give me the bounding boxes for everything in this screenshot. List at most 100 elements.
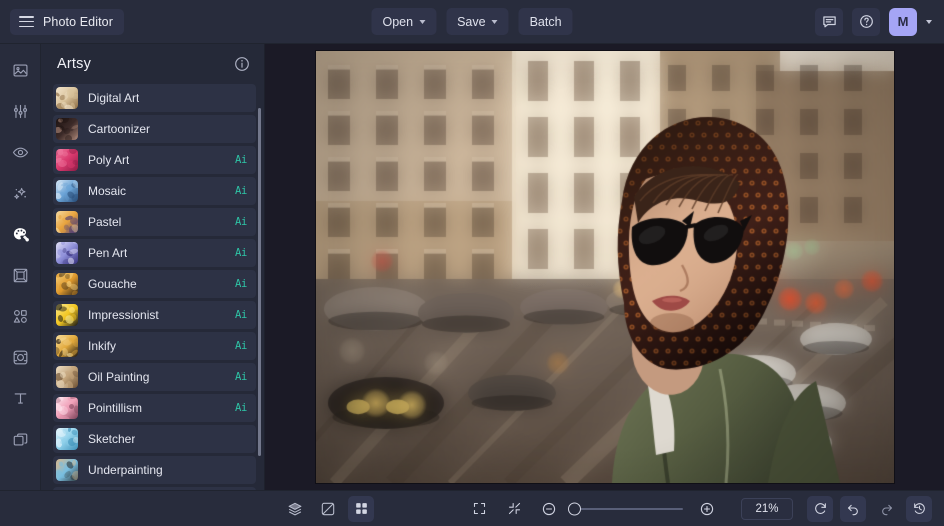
text-icon (12, 390, 29, 407)
panel-scrollbar[interactable] (258, 108, 261, 456)
save-button[interactable]: Save (446, 8, 509, 35)
layers-copy-icon (12, 431, 29, 448)
fit-screen-button[interactable] (466, 496, 492, 522)
hamburger-icon (19, 16, 34, 27)
sidebar-item-artsy[interactable] (6, 220, 34, 248)
photo-frame (316, 51, 894, 483)
grid-icon (354, 501, 369, 516)
ai-badge: Ai (235, 402, 247, 414)
chat-bubble-icon (822, 14, 837, 29)
reset-button[interactable] (807, 496, 833, 522)
preset-thumbnail (56, 304, 78, 326)
zoom-out-button[interactable] (536, 496, 562, 522)
plus-circle-icon (699, 501, 715, 517)
tool-rail (0, 44, 41, 490)
undo-button[interactable] (840, 496, 866, 522)
account-chevron-down-icon[interactable] (926, 20, 932, 24)
frame-icon (12, 267, 29, 284)
app-title: Photo Editor (43, 15, 113, 29)
sidebar-item-frames[interactable] (6, 261, 34, 289)
actual-size-button[interactable] (501, 496, 527, 522)
preset-list[interactable]: Digital Art Cartoonizer Poly ArtAi MosaicAi… (41, 84, 264, 490)
list-item[interactable]: Poly ArtAi (53, 146, 256, 174)
history-button[interactable] (906, 496, 932, 522)
info-circle-icon (234, 56, 250, 72)
preset-thumbnail (56, 118, 78, 140)
ai-badge: Ai (235, 216, 247, 228)
preset-thumbnail (56, 366, 78, 388)
list-item[interactable]: Pointillism Ai (53, 394, 256, 422)
sidebar-item-image[interactable] (6, 56, 34, 84)
sparkles-icon (12, 185, 29, 202)
preset-thumbnail (56, 87, 78, 109)
list-item[interactable]: Pen Art Ai (53, 239, 256, 267)
zoom-slider[interactable] (573, 508, 683, 510)
ai-badge: Ai (235, 371, 247, 383)
zoom-slider-handle[interactable] (568, 502, 581, 515)
list-item[interactable]: Sketcher (53, 425, 256, 453)
shapes-icon (12, 308, 29, 325)
bottom-toolbar: 21% (0, 490, 944, 526)
list-item-label: Pen Art (88, 246, 127, 260)
sidebar-item-retouch[interactable] (6, 138, 34, 166)
minus-circle-icon (541, 501, 557, 517)
redo-button[interactable] (873, 496, 899, 522)
sidebar-item-overlays[interactable] (6, 343, 34, 371)
preset-thumbnail (56, 459, 78, 481)
chevron-down-icon (492, 20, 498, 24)
reset-icon (813, 501, 828, 516)
sidebar-item-layers[interactable] (6, 425, 34, 453)
user-avatar[interactable]: M (889, 8, 917, 36)
list-item[interactable]: MosaicAi (53, 177, 256, 205)
list-item[interactable]: Impressionist Ai (53, 301, 256, 329)
sidebar-item-adjust[interactable] (6, 97, 34, 125)
open-button[interactable]: Open (371, 8, 436, 35)
list-item[interactable]: Oil PaintingAi (53, 363, 256, 391)
list-item-label: Sketcher (88, 432, 135, 446)
preset-thumbnail (56, 149, 78, 171)
palette-icon (12, 226, 29, 243)
preset-thumbnail (56, 397, 78, 419)
list-item[interactable]: Underpainting (53, 456, 256, 484)
zoom-in-button[interactable] (694, 496, 720, 522)
list-item[interactable]: GouacheAi (53, 270, 256, 298)
list-item[interactable]: InkifyAi (53, 332, 256, 360)
list-item-label: Impressionist (88, 308, 159, 322)
list-item[interactable]: Digital Art (53, 84, 256, 112)
sidebar-item-shapes[interactable] (6, 302, 34, 330)
list-item-label: Pastel (88, 215, 121, 229)
eye-icon (12, 144, 29, 161)
zoom-level-input[interactable]: 21% (741, 498, 793, 520)
sliders-icon (12, 103, 29, 120)
history-controls (807, 496, 932, 522)
list-item-label: Pointillism (88, 401, 142, 415)
panel-header: Artsy (41, 44, 264, 84)
chevron-down-icon (419, 20, 425, 24)
layers-button[interactable] (282, 496, 308, 522)
preset-thumbnail (56, 180, 78, 202)
sidebar-item-text[interactable] (6, 384, 34, 412)
ai-badge: Ai (235, 309, 247, 321)
top-center-actions: Open Save Batch (371, 8, 572, 35)
preset-thumbnail (56, 273, 78, 295)
list-item[interactable]: Cartoonizer (53, 115, 256, 143)
feedback-button[interactable] (815, 8, 843, 36)
sidebar-item-effects[interactable] (6, 179, 34, 207)
app-menu-button[interactable]: Photo Editor (10, 9, 124, 35)
top-right-actions: M (815, 8, 932, 36)
canvas-area[interactable] (265, 44, 944, 490)
preset-thumbnail (56, 211, 78, 233)
list-item-label: Gouache (88, 277, 137, 291)
compare-button[interactable] (315, 496, 341, 522)
bottom-left-tools (282, 496, 374, 522)
grid-button[interactable] (348, 496, 374, 522)
ai-badge: Ai (235, 185, 247, 197)
collapse-icon (507, 501, 522, 516)
presets-panel: Artsy Digital Art Cartoonizer Poly ArtAi Mo… (41, 44, 265, 490)
info-button[interactable] (234, 56, 250, 72)
ai-badge: Ai (235, 247, 247, 259)
batch-button[interactable]: Batch (519, 8, 573, 35)
compare-icon (320, 501, 336, 517)
help-button[interactable] (852, 8, 880, 36)
list-item[interactable]: Pastel Ai (53, 208, 256, 236)
